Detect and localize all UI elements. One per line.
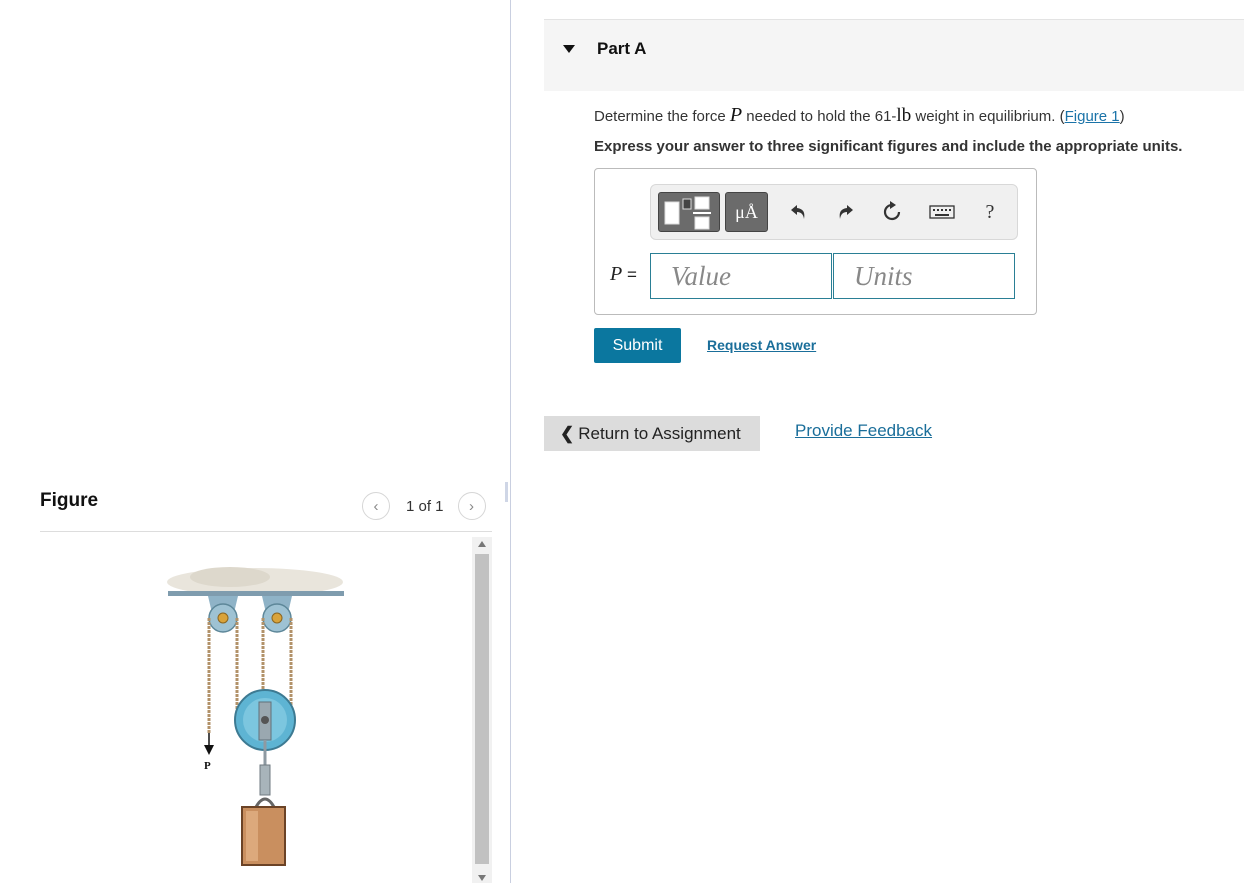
question-unit: lb	[896, 105, 912, 126]
answer-box: μÅ ? P =	[594, 168, 1037, 315]
figure-pager: ‹ 1 of 1 ›	[362, 491, 486, 521]
undo-icon	[791, 205, 805, 219]
chevron-left-icon: ‹	[373, 497, 379, 515]
question-text: Determine the force P needed to hold the…	[594, 104, 1125, 127]
templates-button[interactable]	[658, 192, 720, 232]
figure-panel: Figure ‹ 1 of 1 › P	[0, 0, 510, 883]
undo-button[interactable]	[787, 197, 811, 227]
question-suffix: weight in equilibrium. (	[911, 108, 1065, 125]
part-title: Part A	[597, 39, 647, 58]
help-button[interactable]: ?	[979, 197, 1001, 227]
scrollbar-thumb[interactable]	[475, 554, 489, 864]
force-label: P	[204, 760, 211, 772]
units-button[interactable]: μÅ	[725, 192, 768, 232]
next-figure-button[interactable]: ›	[457, 492, 486, 520]
left-pulley-hub	[217, 612, 229, 624]
pulley-diagram: P	[167, 567, 344, 866]
reset-icon	[883, 201, 901, 221]
collapse-caret-icon[interactable]	[563, 45, 575, 53]
provide-feedback-link[interactable]: Provide Feedback	[795, 421, 932, 441]
question-variable: P	[729, 104, 743, 126]
weight-hook	[254, 797, 276, 808]
templates-icon	[664, 196, 711, 230]
pane-divider[interactable]	[510, 0, 511, 883]
movable-pulley-axle	[261, 716, 269, 724]
pane-resize-handle[interactable]	[505, 482, 508, 502]
scroll-up-arrow-icon[interactable]	[478, 541, 486, 547]
pulley-figure: P	[150, 555, 360, 875]
figure-divider	[40, 531, 492, 532]
redo-button[interactable]	[833, 197, 857, 227]
weight-highlight	[246, 811, 258, 861]
question-middle: needed to hold the 61-	[742, 108, 897, 125]
hanger-turnbuckle	[259, 764, 271, 796]
chevron-left-icon: ❮	[560, 423, 575, 443]
answer-label-variable: P	[610, 263, 623, 285]
keyboard-icon	[929, 205, 955, 219]
ceiling-beam	[168, 591, 344, 596]
math-toolbar: μÅ ?	[650, 184, 1018, 240]
chevron-right-icon: ›	[469, 497, 475, 515]
return-label: Return to Assignment	[578, 423, 741, 443]
keyboard-button[interactable]	[928, 197, 956, 227]
figure-link[interactable]: Figure 1	[1065, 108, 1120, 125]
reset-button[interactable]	[879, 197, 905, 227]
redo-icon	[839, 205, 853, 219]
part-header[interactable]: Part A	[544, 19, 1244, 91]
request-answer-link[interactable]: Request Answer	[707, 337, 816, 353]
return-to-assignment-button[interactable]: ❮ Return to Assignment	[544, 416, 760, 451]
answer-label-equals: =	[622, 265, 637, 284]
force-arrow-head	[204, 745, 214, 755]
figure-scrollbar[interactable]	[472, 537, 492, 883]
right-pulley-hub	[271, 612, 283, 624]
question-prefix: Determine the force	[594, 108, 730, 125]
previous-figure-button[interactable]: ‹	[362, 492, 390, 520]
ceiling-rock-shade	[190, 567, 270, 587]
instruction-text: Express your answer to three significant…	[594, 138, 1183, 155]
figure-title: Figure	[40, 490, 99, 511]
units-input[interactable]	[833, 253, 1015, 299]
value-input[interactable]	[650, 253, 832, 299]
page-indicator: 1 of 1	[406, 497, 444, 515]
scroll-down-arrow-icon[interactable]	[478, 875, 486, 881]
submit-button[interactable]: Submit	[594, 328, 681, 363]
question-close: )	[1119, 108, 1125, 125]
answer-label: P =	[610, 263, 637, 286]
